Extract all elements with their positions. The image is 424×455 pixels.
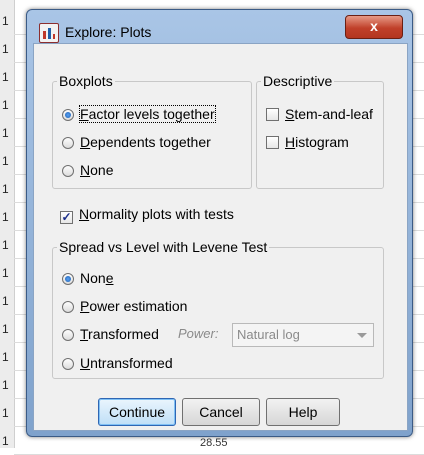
row-number[interactable]: 1 [2,378,9,392]
radio-label: Dependents together [80,134,211,150]
row-number[interactable]: 1 [2,98,9,112]
power-select-value: Natural log [237,327,300,342]
row-number[interactable]: 1 [2,182,9,196]
bottom-cell-value: 28.55 [200,437,228,449]
descriptive-legend: Descriptive [263,73,333,89]
spread-none-radio[interactable]: None [62,267,113,289]
checkbox-indicator [266,108,279,121]
row-number[interactable]: 1 [2,210,9,224]
transformed-radio[interactable]: Transformed [62,323,159,345]
checkbox-indicator [266,136,279,149]
boxplot-dependents-radio[interactable]: Dependents together [62,131,211,153]
row-number[interactable]: 1 [2,266,9,280]
radio-label: Factor levels together [79,105,216,123]
close-button[interactable]: x [345,15,403,39]
power-label: Power: [178,326,219,341]
radio-indicator [62,358,74,370]
radio-indicator [62,329,74,341]
boxplot-none-radio[interactable]: None [62,159,113,181]
power-estimation-radio[interactable]: Power estimation [62,295,187,317]
normality-plots-checkbox[interactable]: ✓ Normality plots with tests [60,203,234,225]
row-number[interactable]: 1 [2,294,9,308]
row-number[interactable]: 1 [2,126,9,140]
dialog-title: Explore: Plots [65,24,152,40]
row-number[interactable]: 1 [2,154,9,168]
checkbox-label: Stem-and-leaf [285,106,373,122]
radio-label: None [80,162,114,178]
radio-indicator [62,165,74,177]
dialog-client-area: Boxplots Factor levels together Dependen… [33,43,408,431]
row-number[interactable]: 1 [2,434,9,448]
chevron-down-icon [357,333,367,338]
power-select[interactable]: Natural log [232,323,374,347]
radio-label: Transformed [80,326,159,342]
boxplot-factor-levels-radio[interactable]: Factor levels together [62,103,216,125]
checkbox-label: Normality plots with tests [79,206,234,222]
radio-indicator [62,301,74,313]
radio-indicator [62,109,74,121]
row-number[interactable]: 1 [2,350,9,364]
radio-indicator [62,137,74,149]
continue-button[interactable]: Continue [98,398,176,426]
row-number[interactable]: 1 [2,70,9,84]
boxplots-legend: Boxplots [59,73,113,89]
cancel-button[interactable]: Cancel [182,398,260,426]
row-number[interactable]: 1 [2,14,9,28]
row-number[interactable]: 1 [2,322,9,336]
explore-plots-dialog: Explore: Plots x Boxplots Factor levels … [26,9,413,437]
radio-indicator [62,273,74,285]
checkbox-label: Histogram [285,134,349,150]
untransformed-radio[interactable]: Untransformed [62,352,173,374]
row-number[interactable]: 1 [2,406,9,420]
stem-and-leaf-checkbox[interactable]: Stem-and-leaf [266,103,373,125]
histogram-checkbox[interactable]: Histogram [266,131,349,153]
radio-label: Power estimation [80,298,188,314]
help-button[interactable]: Help [266,398,340,426]
row-number[interactable]: 1 [2,238,9,252]
app-chart-icon [39,23,59,43]
radio-label: None [80,270,114,286]
row-number[interactable]: 1 [2,42,9,56]
checkmark-icon: ✓ [60,210,73,224]
radio-label: Untransformed [80,355,173,371]
spread-level-legend: Spread vs Level with Levene Test [59,239,268,255]
